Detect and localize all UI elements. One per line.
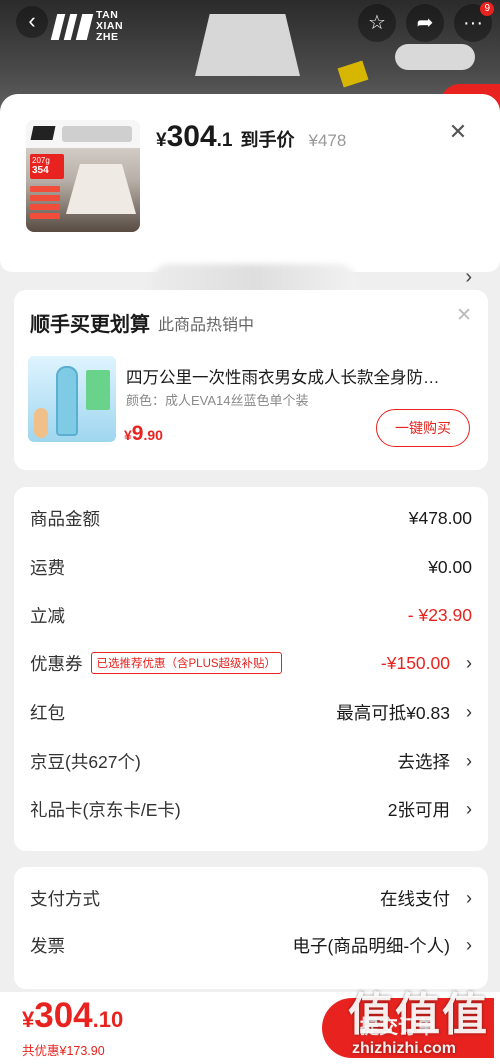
brand-logo-text: TAN XIAN ZHE [96,10,123,43]
total-price: ¥304.10 [22,996,123,1036]
banner-tent-image-2 [395,44,475,70]
chevron-right-icon: › [466,934,472,955]
kid-figure [34,408,48,438]
summary-label: 立减 [30,605,65,626]
coupon-tag: 已选推荐优惠（含PLUS超级补贴） [90,652,283,674]
summary-value: 最高可抵¥0.83 [336,702,450,723]
invoice-value: 电子(商品明细-个人) [292,935,450,956]
banner-tent-image [195,14,300,76]
final-price: ¥ 304 .1 到手价 ¥478 [156,120,346,154]
payment-method-label: 支付方式 [30,888,100,909]
invoice-row[interactable]: 发票 电子(商品明细-个人) › [30,930,472,960]
more-badge: 9 [480,2,494,16]
total-integer: 304 [34,996,93,1035]
price-label: 到手价 [240,130,295,150]
summary-value: - ¥23.90 [407,604,472,625]
chevron-right-icon: › [466,887,472,908]
addon-card: 顺手买更划算 此商品热销中 ✕ 四万公里一次性雨衣男女成人长款全身防… 颜色：成… [14,290,488,470]
summary-row-subtotal: 商品金额 ¥478.00 [30,503,472,533]
summary-value: -¥150.00 [380,652,450,673]
order-summary-card: 商品金额 ¥478.00 运费 ¥0.00 立减 - ¥23.90 优惠券 已选… [14,487,488,851]
product-card: 207g 354 ¥ 304 .1 到手价 ¥478 ✕ › [0,94,500,304]
banner-yellow-sticker [337,60,369,88]
header-actions: ☆ ➦ ··· 9 [358,2,494,42]
price-currency: ¥ [156,130,167,151]
checkout-sheet: 207g 354 ¥ 304 .1 到手价 ¥478 ✕ › 顺手买更划算 此商… [0,94,500,1064]
brand-logo-mark [50,13,94,40]
chevron-right-icon: › [466,652,472,673]
package-figure [86,370,110,410]
summary-row-gift-card[interactable]: 礼品卡(京东卡/E卡) 2张可用 › [30,794,472,824]
price-decimal: .1 [216,130,233,151]
share-icon[interactable]: ➦ [406,4,444,42]
addon-price-currency: ¥ [124,427,132,443]
chevron-right-icon: › [466,798,472,819]
summary-row-instant-discount: 立减 - ¥23.90 [30,600,472,630]
summary-row-shipping: 运费 ¥0.00 [30,552,472,582]
summary-label: 礼品卡(京东卡/E卡) [30,799,181,820]
brand-line-3: ZHE [96,31,119,43]
thumb-feature-lines [30,186,60,222]
chevron-right-icon[interactable]: › [465,266,472,289]
addon-price-integer: 9 [131,422,144,445]
checkout-bar: ¥304.10 共优惠¥173.90 提交订单 [0,992,500,1064]
summary-row-red-packet[interactable]: 红包 最高可抵¥0.83 › [30,697,472,727]
more-icon[interactable]: ··· 9 [454,2,494,42]
payment-method-value: 在线支付 [380,888,450,909]
close-icon[interactable]: ✕ [446,120,470,144]
original-price: ¥478 [308,131,347,150]
raincoat-figure [56,366,78,436]
thumb-tag-price: 354 [32,165,49,176]
price-integer: 304 [166,120,217,153]
addon-price-decimal: .90 [143,427,163,443]
total-currency: ¥ [22,1007,35,1032]
total-saved: 共优惠¥173.90 [22,1044,105,1058]
addon-price: ¥9.90 [124,422,163,446]
summary-value: 去选择 [397,751,451,772]
summary-label: 运费 [30,557,65,578]
chevron-right-icon: › [466,701,472,722]
close-icon[interactable]: ✕ [456,304,472,327]
star-icon[interactable]: ☆ [358,4,396,42]
summary-label: 优惠券 [30,653,83,674]
addon-title: 顺手买更划算 [30,314,150,336]
summary-label: 京豆(共627个) [30,751,141,772]
summary-value: 2张可用 [387,799,450,820]
submit-order-button[interactable]: 提交订单 [322,998,494,1058]
summary-row-coupon[interactable]: 优惠券 已选推荐优惠（含PLUS超级补贴） -¥150.00 › [30,648,472,678]
summary-value: ¥478.00 [408,507,472,528]
back-icon[interactable]: ‹ [16,6,48,38]
payment-card: 支付方式 在线支付 › 发票 电子(商品明细-个人) › [14,867,488,989]
thumb-logo [30,126,56,140]
invoice-label: 发票 [30,935,65,956]
thumb-tag-top: 207g [32,156,50,165]
product-thumbnail[interactable]: 207g 354 [26,120,140,232]
summary-label: 商品金额 [30,508,100,529]
thumb-tents [62,126,132,142]
addon-product-spec: 颜色：成人EVA14丝蓝色单个装 [126,393,309,408]
total-decimal: .10 [92,1007,124,1032]
thumb-price-tag: 207g 354 [30,154,64,179]
thumb-tent-dome [66,164,136,214]
one-click-buy-button[interactable]: 一键购买 [376,409,470,447]
summary-row-jingdou[interactable]: 京豆(共627个) 去选择 › [30,746,472,776]
brand-logo: TAN XIAN ZHE [50,10,123,43]
addon-subtitle: 此商品热销中 [158,317,255,334]
summary-label: 红包 [30,702,65,723]
addon-product-image[interactable] [28,356,116,442]
addon-product-name[interactable]: 四万公里一次性雨衣男女成人长款全身防… [126,364,478,388]
payment-method-row[interactable]: 支付方式 在线支付 › [30,883,472,913]
chevron-right-icon: › [466,750,472,771]
summary-value: ¥0.00 [428,556,472,577]
